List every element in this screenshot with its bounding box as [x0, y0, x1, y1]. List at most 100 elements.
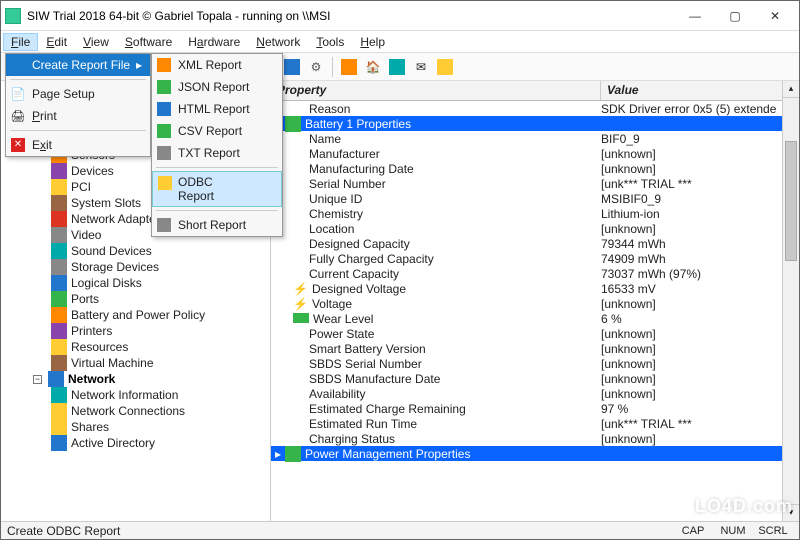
status-text: Create ODBC Report	[7, 524, 673, 538]
property-list[interactable]: ReasonSDK Driver error 0x5 (5) extende▸B…	[271, 101, 799, 521]
col-property[interactable]: Property	[271, 81, 601, 100]
property-row[interactable]: Manufacturer[unknown]	[271, 146, 799, 161]
menu-page-setup[interactable]: 📄 Page Setup	[6, 83, 150, 105]
menu-exit[interactable]: ✕ Exit	[6, 134, 150, 156]
property-row[interactable]: Serial Number[unk*** TRIAL ***	[271, 176, 799, 191]
property-row[interactable]: Unique IDMSIBIF0_9	[271, 191, 799, 206]
report-icon	[156, 145, 172, 161]
menu-print[interactable]: 🖨 Print	[6, 105, 150, 127]
minimize-button[interactable]: —	[675, 2, 715, 30]
submenu-item[interactable]: ODBC Report	[152, 171, 282, 207]
submenu-item[interactable]: XML Report	[152, 54, 282, 76]
property-row[interactable]: Wear Level6 %	[271, 311, 799, 326]
tree-item[interactable]: Network Information	[5, 387, 270, 403]
row-icon: ⚡	[293, 282, 308, 296]
menu-help[interactable]: Help	[352, 33, 393, 51]
tree-item-icon	[51, 339, 67, 355]
menu-tools[interactable]: Tools	[308, 33, 352, 51]
property-row[interactable]: Smart Battery Version[unknown]	[271, 341, 799, 356]
tree-item[interactable]: Ports	[5, 291, 270, 307]
submenu-item[interactable]: Short Report	[152, 214, 282, 236]
submenu-item[interactable]: JSON Report	[152, 76, 282, 98]
maximize-button[interactable]: ▢	[715, 2, 755, 30]
menu-file[interactable]: File	[3, 33, 38, 51]
menu-software[interactable]: Software	[117, 33, 180, 51]
tree-item-icon	[51, 291, 67, 307]
toolbar-btn-17[interactable]	[434, 56, 456, 78]
report-icon	[156, 79, 172, 95]
toolbar-mail-button[interactable]: ✉	[410, 56, 432, 78]
submenu-item[interactable]: HTML Report	[152, 98, 282, 120]
property-row[interactable]: ⚡Voltage[unknown]	[271, 296, 799, 311]
menu-view[interactable]: View	[75, 33, 117, 51]
network-icon	[48, 371, 64, 387]
exit-icon: ✕	[10, 137, 26, 153]
property-name: Estimated Charge Remaining	[309, 402, 466, 416]
tree-item[interactable]: Logical Disks	[5, 275, 270, 291]
property-section-header[interactable]: ▸Battery 1 Properties	[271, 116, 799, 131]
property-row[interactable]: Power State[unknown]	[271, 326, 799, 341]
print-icon: 🖨	[10, 108, 26, 124]
tree-item[interactable]: Storage Devices	[5, 259, 270, 275]
tree-category-network[interactable]: −Network	[5, 371, 270, 387]
toolbar-settings-button[interactable]: ⚙	[305, 56, 327, 78]
tree-item-label: Network Connections	[71, 403, 185, 419]
property-name: Charging Status	[309, 432, 395, 446]
property-row[interactable]: SBDS Manufacture Date[unknown]	[271, 371, 799, 386]
col-value[interactable]: Value	[601, 81, 799, 100]
property-row[interactable]: Availability[unknown]	[271, 386, 799, 401]
property-row[interactable]: Estimated Charge Remaining 97 %	[271, 401, 799, 416]
property-row[interactable]: Current Capacity73037 mWh (97%)	[271, 266, 799, 281]
property-row[interactable]: ReasonSDK Driver error 0x5 (5) extende	[271, 101, 799, 116]
scrollbar-vertical[interactable]: ▴ ▾	[782, 81, 799, 521]
tree-item[interactable]: Active Directory	[5, 435, 270, 451]
property-row[interactable]: NameBIF0_9	[271, 131, 799, 146]
menu-hardware[interactable]: Hardware	[180, 33, 248, 51]
expand-icon: ▸	[275, 447, 281, 461]
tree-item[interactable]: Battery and Power Policy	[5, 307, 270, 323]
property-value: 97 %	[601, 402, 799, 416]
tree-item[interactable]: Resources	[5, 339, 270, 355]
property-row[interactable]: SBDS Serial Number[unknown]	[271, 356, 799, 371]
toolbar-btn-13[interactable]	[338, 56, 360, 78]
property-row[interactable]: Charging Status[unknown]	[271, 431, 799, 446]
property-section-header[interactable]: ▸Power Management Properties	[271, 446, 799, 461]
property-row[interactable]: Location[unknown]	[271, 221, 799, 236]
submenu-item[interactable]: CSV Report	[152, 120, 282, 142]
tree-item[interactable]: Virtual Machine	[5, 355, 270, 371]
tree-item[interactable]: Shares	[5, 419, 270, 435]
tree-item-label: Ports	[71, 291, 99, 307]
tree-item-label: Active Directory	[71, 435, 155, 451]
property-name: Estimated Run Time	[309, 417, 417, 431]
property-name: SBDS Serial Number	[309, 357, 422, 371]
titlebar: SIW Trial 2018 64-bit © Gabriel Topala -…	[1, 1, 799, 31]
property-value: [unk*** TRIAL ***	[601, 417, 799, 431]
property-row[interactable]: ⚡Designed Voltage16533 mV	[271, 281, 799, 296]
property-row[interactable]: Estimated Run Time [unk*** TRIAL ***	[271, 416, 799, 431]
property-panel: Property Value ReasonSDK Driver error 0x…	[271, 81, 799, 521]
report-icon	[157, 175, 173, 191]
toolbar-btn-11[interactable]	[281, 56, 303, 78]
menu-create-report-file[interactable]: Create Report File ▸	[6, 54, 150, 76]
toolbar-home-button[interactable]: 🏠	[362, 56, 384, 78]
toolbar-btn-15[interactable]	[386, 56, 408, 78]
property-row[interactable]: ChemistryLithium-ion	[271, 206, 799, 221]
tree-item[interactable]: Network Connections	[5, 403, 270, 419]
property-value: 16533 mV	[601, 282, 799, 296]
property-row[interactable]: Designed Capacity79344 mWh	[271, 236, 799, 251]
property-row[interactable]: Fully Charged Capacity74909 mWh	[271, 251, 799, 266]
collapse-icon[interactable]: −	[33, 375, 42, 384]
property-row[interactable]: Manufacturing Date[unknown]	[271, 161, 799, 176]
close-button[interactable]: ✕	[755, 2, 795, 30]
property-value: 74909 mWh	[601, 252, 799, 266]
property-value: [unknown]	[601, 372, 799, 386]
tree-item[interactable]: Printers	[5, 323, 270, 339]
tree-item-icon	[51, 307, 67, 323]
menu-network[interactable]: Network	[248, 33, 308, 51]
status-num: NUM	[713, 525, 753, 537]
menu-edit[interactable]: Edit	[38, 33, 75, 51]
menubar: File Edit View Software Hardware Network…	[1, 31, 799, 53]
file-menu-dropdown: Create Report File ▸ 📄 Page Setup 🖨 Prin…	[5, 53, 151, 157]
tree-item[interactable]: Sound Devices	[5, 243, 270, 259]
submenu-item[interactable]: TXT Report	[152, 142, 282, 164]
